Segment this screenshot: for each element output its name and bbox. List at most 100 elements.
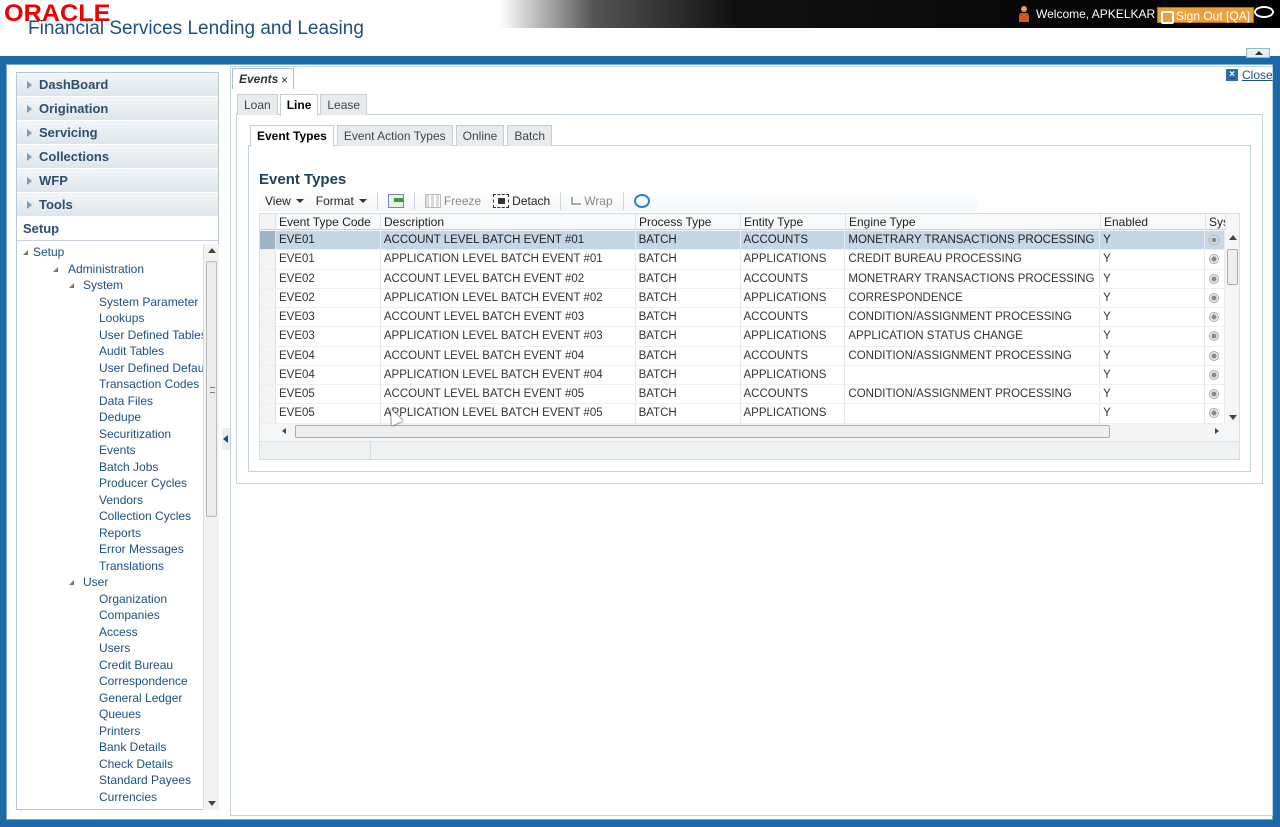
view-menu[interactable]: View bbox=[259, 190, 310, 211]
tree-scrollbar[interactable] bbox=[203, 244, 219, 810]
tree-item[interactable]: Access bbox=[17, 624, 203, 641]
row-selector[interactable] bbox=[260, 231, 276, 250]
tree-item[interactable]: System Parameter bbox=[17, 294, 203, 311]
nav-section-collections[interactable]: Collections bbox=[17, 145, 218, 169]
row-selector[interactable] bbox=[260, 346, 276, 365]
expanded-icon[interactable] bbox=[53, 266, 58, 272]
tree-item[interactable]: Administration bbox=[17, 261, 203, 278]
scroll-right-icon[interactable] bbox=[1215, 428, 1219, 434]
nav-section-dashboard[interactable]: DashBoard bbox=[17, 73, 218, 97]
tree-item[interactable]: Check Details bbox=[17, 756, 203, 773]
row-selector[interactable] bbox=[260, 308, 276, 327]
document-tab-events[interactable]: Events × bbox=[232, 68, 294, 89]
column-header[interactable]: Description bbox=[381, 214, 636, 230]
tree-item[interactable]: Correspondence bbox=[17, 673, 203, 690]
scroll-left-icon[interactable] bbox=[282, 428, 286, 434]
row-selector[interactable] bbox=[260, 288, 276, 307]
tree-item[interactable]: Producer Cycles bbox=[17, 475, 203, 492]
expanded-icon[interactable] bbox=[23, 250, 28, 255]
tab-loan[interactable]: Loan bbox=[237, 94, 278, 115]
tree-item[interactable]: Translations bbox=[17, 558, 203, 575]
tree-item[interactable]: Users bbox=[17, 640, 203, 657]
tree-item[interactable]: Bank Details bbox=[17, 739, 203, 756]
table-row[interactable]: EVE05 ACCOUNT LEVEL BATCH EVENT #05 BATCH A… bbox=[260, 385, 1225, 405]
tree-item[interactable]: Organization bbox=[17, 591, 203, 608]
tree-item[interactable]: Audit Tables bbox=[17, 343, 203, 360]
close-tab-icon[interactable]: × bbox=[281, 73, 288, 87]
export-button[interactable] bbox=[382, 190, 410, 211]
tab-lease[interactable]: Lease bbox=[320, 94, 368, 115]
sub-tab-event-action-types[interactable]: Event Action Types bbox=[336, 125, 453, 146]
scroll-up-icon[interactable] bbox=[208, 248, 216, 253]
sub-tab-batch[interactable]: Batch bbox=[507, 125, 553, 146]
table-row[interactable]: EVE04 APPLICATION LEVEL BATCH EVENT #04 BA… bbox=[260, 365, 1225, 385]
tree-item[interactable]: Dedupe bbox=[17, 409, 203, 426]
sub-tab-event-types[interactable]: Event Types bbox=[250, 125, 334, 147]
close-button[interactable]: × Close bbox=[1226, 68, 1273, 82]
tree-item[interactable]: Data Files bbox=[17, 393, 203, 410]
collapse-header-button[interactable] bbox=[1246, 48, 1270, 58]
tree-item[interactable]: Securitization bbox=[17, 426, 203, 443]
tree-item[interactable]: Setup bbox=[17, 244, 203, 261]
scroll-thumb[interactable] bbox=[206, 261, 217, 517]
scroll-up-icon[interactable] bbox=[1229, 235, 1237, 240]
tree-item[interactable]: Currencies bbox=[17, 789, 203, 806]
tree-item[interactable]: Error Messages bbox=[17, 541, 203, 558]
format-menu[interactable]: Format bbox=[310, 190, 373, 211]
table-row[interactable]: EVE03 ACCOUNT LEVEL BATCH EVENT #03 BATCH A… bbox=[260, 308, 1225, 328]
table-row[interactable]: EVE05 APPLICATION LEVEL BATCH EVENT #05 BA… bbox=[260, 404, 1225, 424]
tree-item[interactable]: Queues bbox=[17, 706, 203, 723]
row-selector[interactable] bbox=[260, 385, 276, 404]
nav-section-tools[interactable]: Tools bbox=[17, 193, 218, 217]
user-menu[interactable]: Welcome, APKELKAR bbox=[1018, 6, 1172, 22]
column-header[interactable]: Enabled bbox=[1101, 214, 1206, 230]
tab-line[interactable]: Line bbox=[279, 94, 319, 116]
row-selector[interactable] bbox=[260, 365, 276, 384]
tree-item[interactable]: Events bbox=[17, 442, 203, 459]
column-header[interactable]: Process Type bbox=[636, 214, 741, 230]
tree-item[interactable]: Batch Jobs bbox=[17, 459, 203, 476]
nav-section-wfp[interactable]: WFP bbox=[17, 169, 218, 193]
scroll-down-icon[interactable] bbox=[1229, 415, 1237, 420]
table-row[interactable]: EVE03 APPLICATION LEVEL BATCH EVENT #03 BA… bbox=[260, 327, 1225, 347]
freeze-button[interactable]: Freeze bbox=[419, 190, 487, 211]
nav-section-origination[interactable]: Origination bbox=[17, 97, 218, 121]
table-horizontal-scrollbar[interactable] bbox=[278, 424, 1223, 439]
column-header[interactable]: Event Type Code bbox=[276, 214, 381, 230]
sub-tab-online[interactable]: Online bbox=[455, 125, 505, 146]
scroll-thumb[interactable] bbox=[295, 425, 1110, 438]
tree-item[interactable]: Companies bbox=[17, 607, 203, 624]
nav-section-servicing[interactable]: Servicing bbox=[17, 121, 218, 145]
row-selector[interactable] bbox=[260, 269, 276, 288]
expanded-icon[interactable] bbox=[69, 283, 74, 288]
column-header[interactable]: Entity Type bbox=[741, 214, 846, 230]
row-selector[interactable] bbox=[260, 250, 276, 269]
tree-item[interactable]: Collection Cycles bbox=[17, 508, 203, 525]
table-row[interactable]: EVE01 APPLICATION LEVEL BATCH EVENT #01 BA… bbox=[260, 250, 1225, 270]
tree-item[interactable]: General Ledger bbox=[17, 690, 203, 707]
table-row[interactable]: EVE01 ACCOUNT LEVEL BATCH EVENT #01 BATCH A… bbox=[260, 231, 1225, 251]
tree-item[interactable]: User Defined Defaults bbox=[17, 360, 203, 377]
tree-item[interactable]: Credit Bureau bbox=[17, 657, 203, 674]
wrap-button[interactable]: Wrap bbox=[565, 190, 618, 211]
tree-item[interactable]: Standard Payees bbox=[17, 772, 203, 789]
table-row[interactable]: EVE02 APPLICATION LEVEL BATCH EVENT #02 BA… bbox=[260, 288, 1225, 308]
scroll-down-icon[interactable] bbox=[208, 801, 216, 806]
sign-out-button[interactable]: Sign Out [QA] bbox=[1157, 7, 1255, 24]
tree-item[interactable]: System bbox=[17, 277, 203, 294]
refresh-button[interactable] bbox=[628, 190, 656, 211]
tree-item[interactable]: Lookups bbox=[17, 310, 203, 327]
column-header[interactable]: Sys bbox=[1206, 214, 1226, 230]
table-row[interactable]: EVE02 ACCOUNT LEVEL BATCH EVENT #02 BATCH A… bbox=[260, 269, 1225, 289]
table-row[interactable]: EVE04 ACCOUNT LEVEL BATCH EVENT #04 BATCH A… bbox=[260, 346, 1225, 366]
row-selector[interactable] bbox=[260, 327, 276, 346]
table-vertical-scrollbar[interactable] bbox=[1225, 231, 1239, 424]
tree-item[interactable]: Transaction Codes bbox=[17, 376, 203, 393]
scroll-thumb[interactable] bbox=[1227, 249, 1238, 285]
nav-section-setup[interactable]: Setup bbox=[17, 217, 218, 241]
tree-item[interactable]: Printers bbox=[17, 723, 203, 740]
expanded-icon[interactable] bbox=[69, 580, 74, 585]
tree-item[interactable]: User Defined Tables bbox=[17, 327, 203, 344]
detach-button[interactable]: Detach bbox=[487, 190, 556, 211]
tree-item[interactable]: Vendors bbox=[17, 492, 203, 509]
